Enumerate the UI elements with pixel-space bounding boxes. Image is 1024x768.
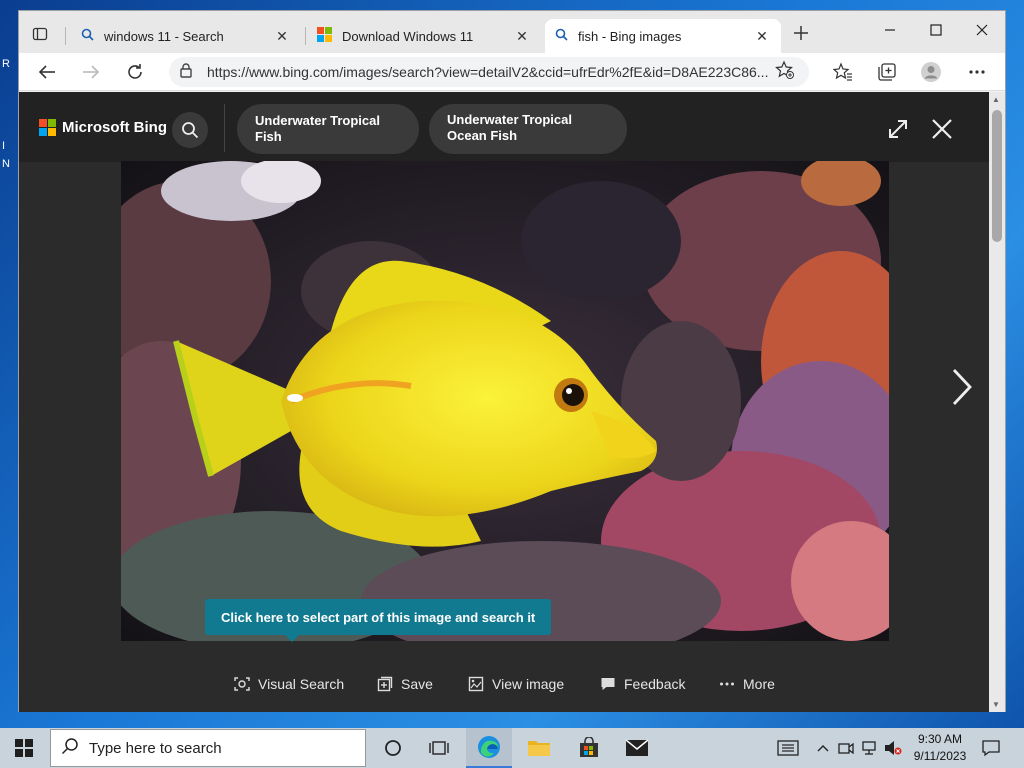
tab-download-windows-11[interactable]: Download Windows 11 ✕ — [307, 19, 541, 53]
search-icon — [555, 28, 568, 44]
tab-title: fish - Bing images — [578, 28, 682, 44]
tab-title: windows 11 - Search — [104, 28, 224, 44]
show-hidden-icons-chevron[interactable] — [814, 728, 832, 768]
windows-logo-icon — [317, 27, 332, 45]
chip-label: Underwater Tropical Ocean Fish — [447, 112, 572, 143]
desktop-icon-fragment: N — [2, 158, 10, 170]
bing-image-viewer: Microsoft Bing Underwater Tropical Fish … — [19, 92, 989, 712]
expand-icon[interactable] — [883, 114, 913, 144]
image-actions-bar: Visual Search Save View image Feedback M… — [19, 672, 989, 702]
bing-logo-text: Microsoft Bing — [62, 119, 167, 136]
windows-start-icon — [15, 739, 33, 757]
profile-avatar[interactable] — [917, 59, 945, 85]
taskbar-search-box[interactable]: Type here to search — [50, 729, 366, 767]
visual-search-tooltip[interactable]: Click here to select part of this image … — [205, 599, 552, 642]
save-icon — [377, 676, 393, 692]
collections-icon[interactable] — [873, 59, 901, 85]
desktop-icon-fragment: I — [2, 140, 6, 152]
clock-time: 9:30 AM — [917, 732, 963, 746]
network-icon[interactable] — [860, 728, 880, 768]
back-button[interactable] — [33, 59, 61, 85]
action-tray-icon[interactable] — [774, 728, 802, 768]
bing-search-button[interactable] — [172, 112, 208, 148]
more-button[interactable]: More — [719, 676, 775, 692]
close-window-button[interactable] — [959, 15, 1005, 45]
view-image-icon — [468, 676, 484, 692]
chip-label: Underwater Tropical Fish — [255, 113, 380, 144]
add-favorite-icon[interactable] — [775, 60, 803, 85]
clock-date: 9/11/2023 — [913, 749, 967, 763]
start-button[interactable] — [0, 728, 48, 768]
search-icon — [81, 28, 94, 44]
lock-icon — [179, 62, 197, 83]
feedback-button[interactable]: Feedback — [600, 676, 685, 692]
related-search-chip[interactable]: Underwater Tropical Fish — [237, 104, 419, 154]
favorites-icon[interactable] — [829, 59, 857, 85]
close-tab-icon[interactable]: ✕ — [273, 28, 291, 45]
system-clock[interactable]: 9:30 AM 9/11/2023 — [904, 731, 976, 765]
feedback-icon — [601, 678, 615, 690]
browser-window: windows 11 - Search ✕ Download Windows 1… — [18, 10, 1006, 712]
tab-strip: windows 11 - Search ✕ Download Windows 1… — [19, 11, 1005, 53]
tooltip-text: Click here to select part of this image … — [221, 609, 536, 625]
tab-windows-11-search[interactable]: windows 11 - Search ✕ — [71, 19, 301, 53]
next-image-arrow[interactable] — [947, 362, 977, 412]
scroll-up-arrow[interactable]: ▲ — [992, 95, 1000, 104]
vertical-scrollbar[interactable]: ▲ ▼ — [989, 92, 1005, 712]
scroll-down-arrow[interactable]: ▼ — [992, 700, 1000, 709]
viewer-header: Microsoft Bing Underwater Tropical Fish … — [19, 92, 989, 162]
view-image-button[interactable]: View image — [468, 676, 564, 692]
microsoft-logo-icon — [39, 119, 56, 136]
close-viewer-icon[interactable] — [927, 114, 957, 144]
url-text[interactable]: https://www.bing.com/images/search?view=… — [207, 64, 775, 80]
yellow-tang-fish-image — [121, 161, 889, 641]
microsoft-store-icon[interactable] — [566, 728, 612, 768]
browser-toolbar: https://www.bing.com/images/search?view=… — [19, 53, 1005, 91]
maximize-button[interactable] — [913, 15, 959, 45]
tab-title: Download Windows 11 — [342, 28, 474, 44]
close-tab-icon[interactable]: ✕ — [753, 28, 771, 45]
forward-button[interactable] — [77, 59, 105, 85]
search-placeholder: Type here to search — [89, 739, 222, 757]
mail-icon[interactable] — [614, 728, 660, 768]
more-icon — [720, 682, 734, 686]
bing-logo[interactable]: Microsoft Bing — [39, 119, 167, 136]
visual-search-button[interactable]: Visual Search — [234, 676, 344, 692]
settings-more-icon[interactable] — [963, 59, 991, 85]
meet-now-icon[interactable] — [836, 728, 856, 768]
new-tab-button[interactable] — [789, 23, 813, 47]
close-tab-icon[interactable]: ✕ — [513, 28, 531, 45]
refresh-button[interactable] — [121, 59, 149, 85]
desktop-icon-fragment: R — [2, 58, 10, 70]
search-icon — [182, 122, 199, 139]
fish-image[interactable] — [121, 161, 889, 641]
file-explorer-icon[interactable] — [516, 728, 562, 768]
visual-search-icon — [234, 677, 250, 691]
cortana-icon[interactable] — [370, 728, 416, 768]
taskbar: Type here to search 9:30 AM 9/11/2023 — [0, 728, 1024, 768]
task-view-icon[interactable] — [416, 728, 462, 768]
volume-muted-icon[interactable] — [882, 728, 904, 768]
address-bar[interactable]: https://www.bing.com/images/search?view=… — [169, 57, 809, 87]
minimize-button[interactable] — [867, 15, 913, 45]
notifications-icon[interactable] — [980, 728, 1002, 768]
tab-actions-icon[interactable] — [29, 23, 51, 45]
edge-taskbar-icon[interactable] — [466, 728, 512, 768]
save-button[interactable]: Save — [377, 676, 433, 692]
search-icon — [61, 737, 79, 760]
scrollbar-thumb[interactable] — [992, 110, 1002, 242]
related-search-chip[interactable]: Underwater Tropical Ocean Fish — [429, 104, 627, 154]
tab-fish-bing-images[interactable]: fish - Bing images ✕ — [545, 19, 781, 53]
